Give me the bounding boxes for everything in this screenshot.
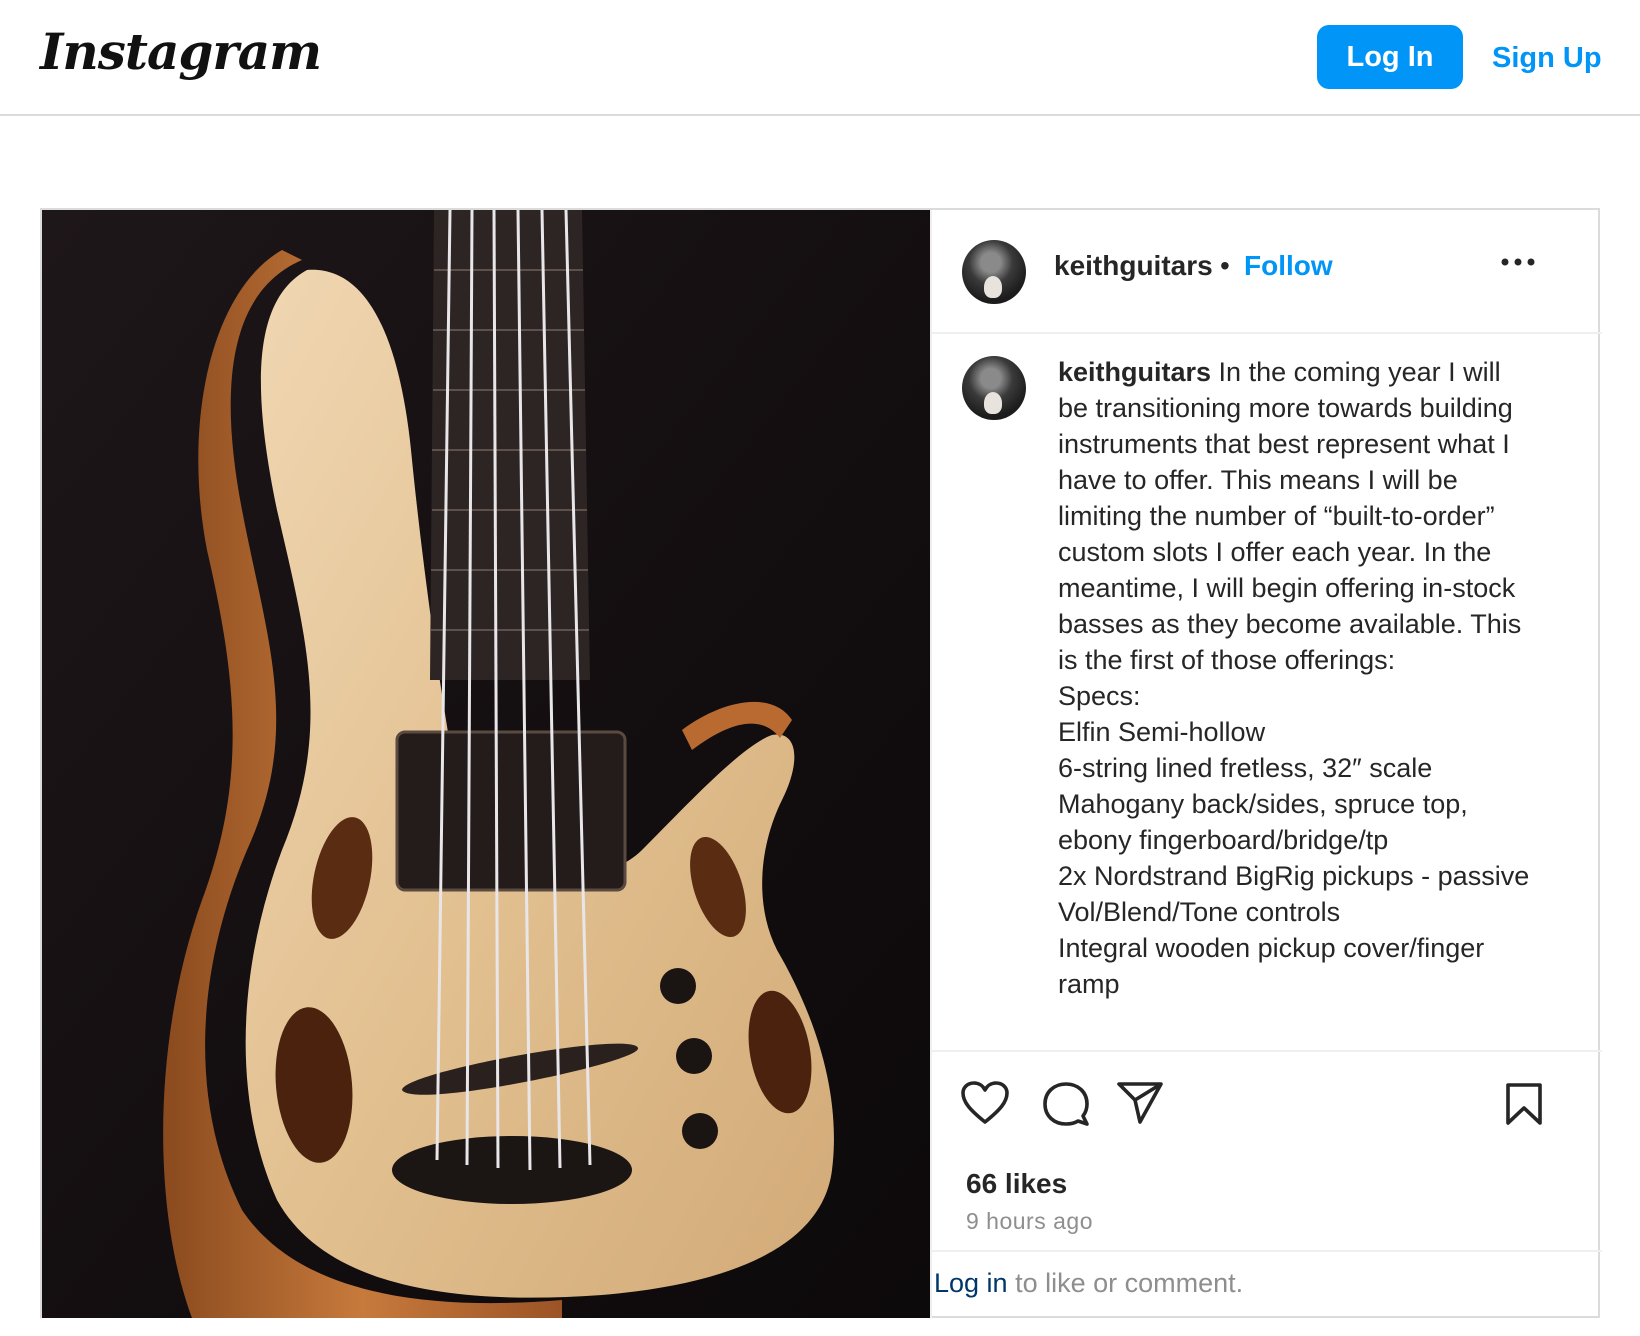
- post-card: keithguitars • Follow keithguitars In th…: [40, 208, 1602, 1318]
- send-icon[interactable]: [1116, 1080, 1164, 1126]
- post-username[interactable]: keithguitars: [1054, 250, 1213, 282]
- separator-dot: •: [1220, 250, 1230, 281]
- post-sidebar: keithguitars • Follow keithguitars In th…: [930, 210, 1602, 1318]
- heart-icon[interactable]: [960, 1080, 1010, 1126]
- caption-body: In the coming year I will be transitioni…: [1058, 357, 1530, 999]
- login-button[interactable]: Log In: [1317, 25, 1463, 89]
- login-prompt: Log in to like or comment.: [934, 1268, 1243, 1299]
- login-suffix: to like or comment.: [1007, 1268, 1244, 1298]
- post-header: keithguitars • Follow: [932, 210, 1602, 334]
- top-bar: Instagram Log In Sign Up: [0, 0, 1640, 116]
- post-photo[interactable]: [42, 210, 930, 1318]
- likes-count[interactable]: 66 likes: [966, 1168, 1067, 1200]
- comment-icon[interactable]: [1042, 1080, 1090, 1128]
- caption-username[interactable]: keithguitars: [1058, 357, 1211, 387]
- follow-button[interactable]: Follow: [1244, 250, 1333, 282]
- comment-bar: Log in to like or comment.: [932, 1250, 1602, 1318]
- post-timestamp[interactable]: 9 hours ago: [966, 1208, 1093, 1235]
- caption-avatar[interactable]: [962, 356, 1026, 420]
- more-horizontal-icon[interactable]: [1500, 256, 1536, 268]
- bass-guitar-image: [42, 210, 930, 1318]
- caption: keithguitars In the coming year I will b…: [1058, 354, 1538, 1002]
- instagram-logo[interactable]: Instagram: [40, 22, 322, 81]
- action-bar: [932, 1050, 1602, 1170]
- login-link[interactable]: Log in: [934, 1268, 1008, 1298]
- signup-button[interactable]: Sign Up: [1492, 36, 1602, 80]
- avatar[interactable]: [962, 240, 1026, 304]
- bookmark-icon[interactable]: [1504, 1082, 1544, 1126]
